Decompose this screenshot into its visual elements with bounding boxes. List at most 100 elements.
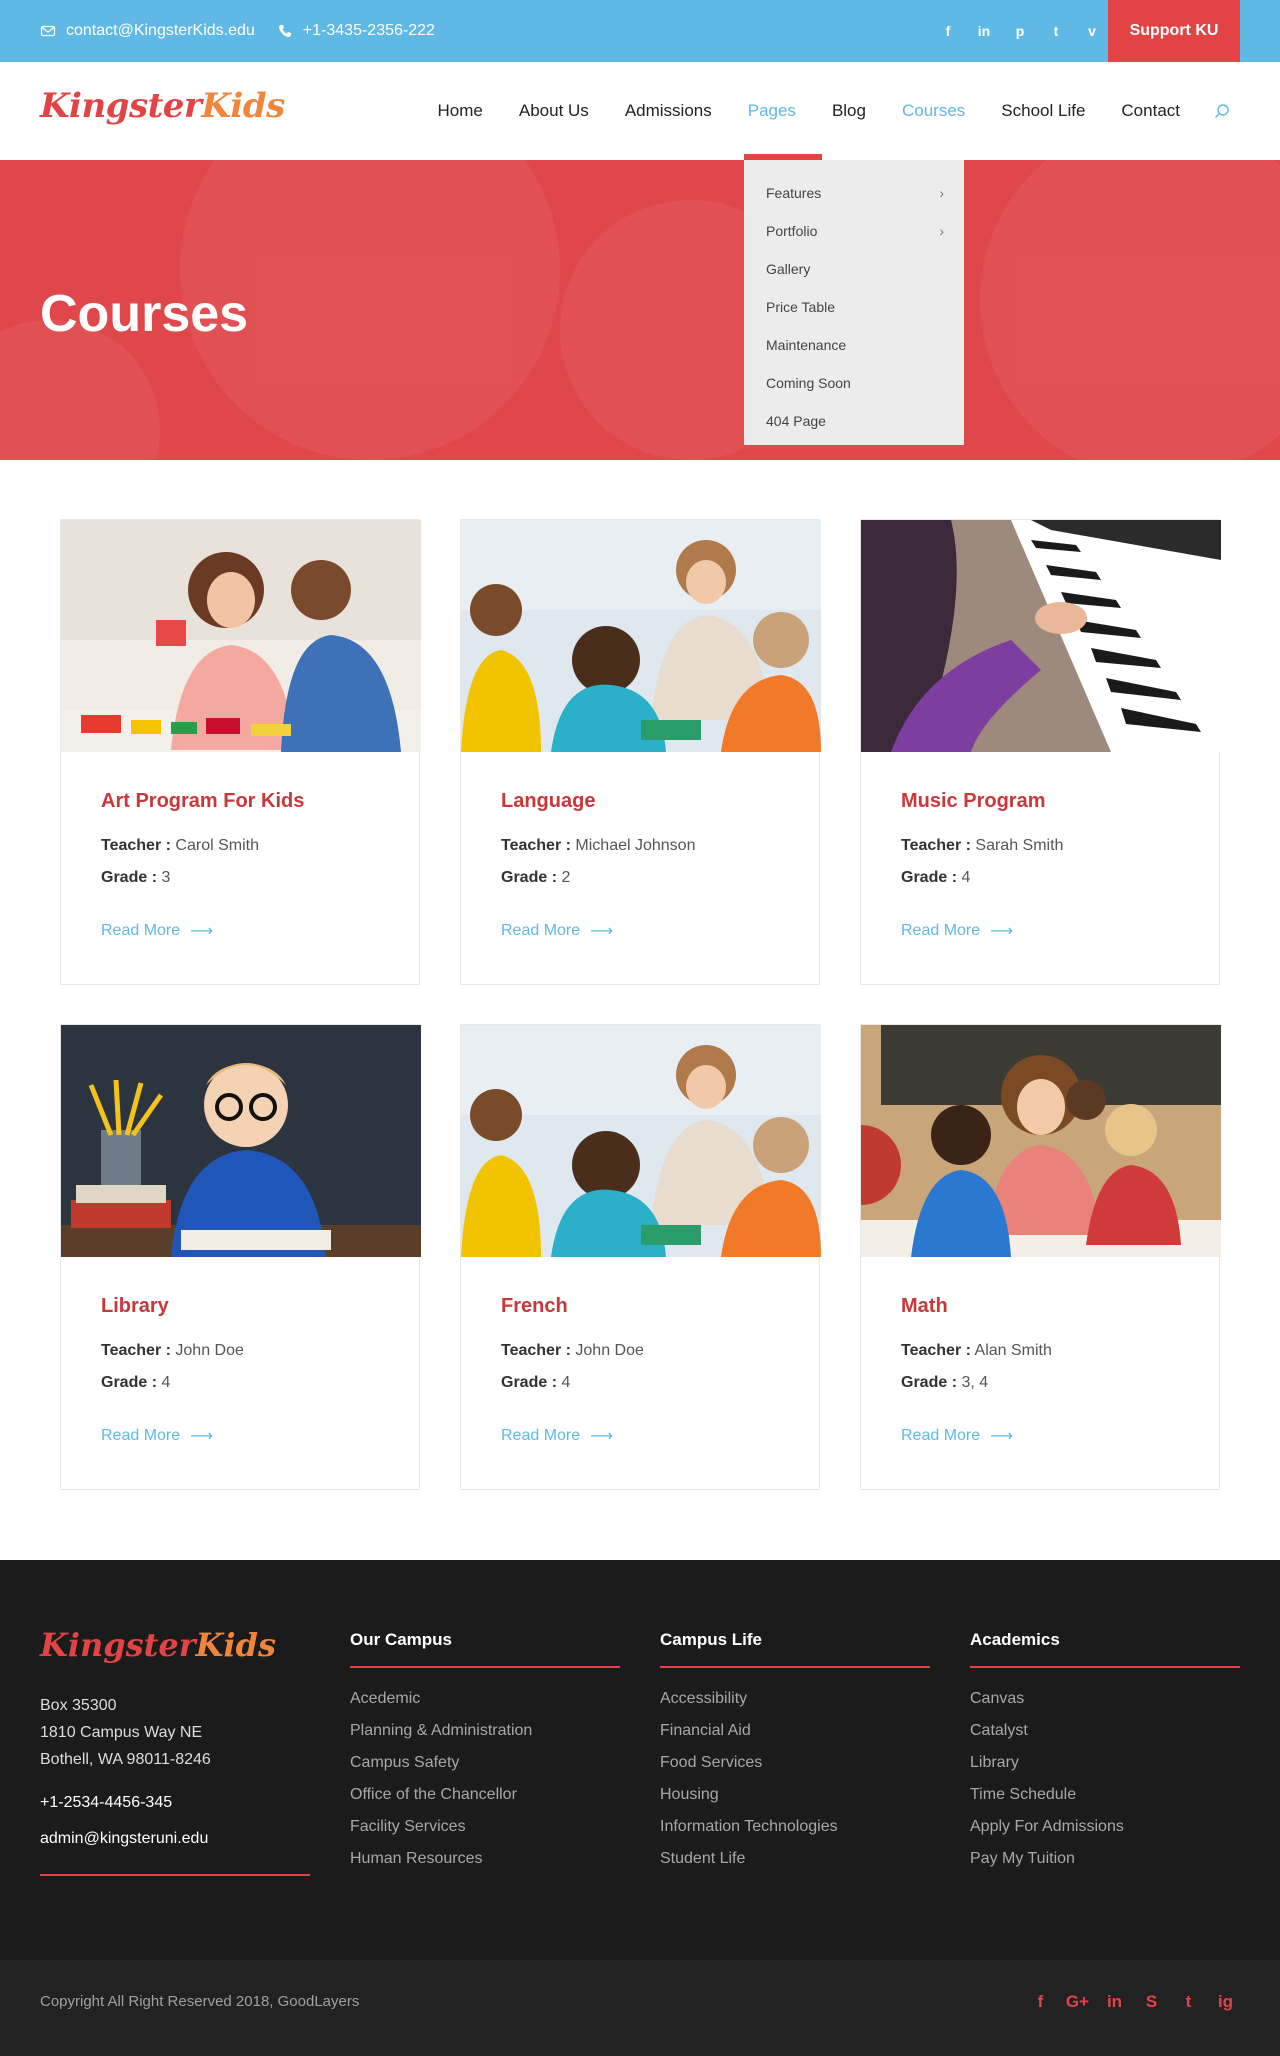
top-phone[interactable]: +1-3435-2356-222 xyxy=(277,22,435,40)
read-more-link[interactable]: Read More ⟶ xyxy=(101,921,379,941)
footer-link[interactable]: Accessibility xyxy=(660,1690,930,1708)
footer-link[interactable]: Canvas xyxy=(970,1690,1240,1708)
footer-link[interactable]: Library xyxy=(970,1754,1240,1772)
footer-link[interactable]: Facility Services xyxy=(350,1818,620,1836)
skype-icon[interactable]: S xyxy=(1133,1992,1170,2012)
arrow-right-icon: ⟶ xyxy=(590,923,614,940)
footer-link[interactable]: Catalyst xyxy=(970,1722,1240,1740)
footer-link[interactable]: Pay My Tuition xyxy=(970,1850,1240,1868)
course-title[interactable]: Language xyxy=(501,790,779,813)
dropdown-item-features[interactable]: Features › xyxy=(744,174,964,212)
footer-phone[interactable]: +1-2534-4456-345 xyxy=(40,1794,172,1812)
top-contact: contact@KingsterKids.edu +1-3435-2356-22… xyxy=(40,0,457,62)
top-bar: contact@KingsterKids.edu +1-3435-2356-22… xyxy=(0,0,1280,62)
linkedin-icon[interactable]: in xyxy=(1096,1992,1133,2012)
footer-link[interactable]: Planning & Administration xyxy=(350,1722,620,1740)
nav-school-life[interactable]: School Life xyxy=(1001,101,1085,121)
course-teacher: Teacher : Alan Smith xyxy=(901,1342,1052,1359)
arrow-right-icon: ⟶ xyxy=(990,923,1014,940)
footer-address: Box 35300 1810 Campus Way NE Bothell, WA… xyxy=(40,1697,211,1768)
course-image[interactable] xyxy=(861,520,1221,752)
course-image[interactable] xyxy=(461,1025,821,1257)
logo-part2: Kids xyxy=(201,86,285,126)
footer-logo[interactable]: KingsterKids xyxy=(40,1626,276,1664)
course-image[interactable] xyxy=(61,1025,421,1257)
twitter-icon[interactable]: t xyxy=(1170,1992,1207,2012)
footer-link[interactable]: Time Schedule xyxy=(970,1786,1240,1804)
footer-link[interactable]: Housing xyxy=(660,1786,930,1804)
footer-col-title: Academics xyxy=(970,1630,1240,1668)
footer-link[interactable]: Apply For Admissions xyxy=(970,1818,1240,1836)
course-title[interactable]: Library xyxy=(101,1295,379,1318)
nav-courses[interactable]: Courses xyxy=(902,101,965,121)
support-button[interactable]: Support KU xyxy=(1108,0,1240,62)
course-card: Music Program Teacher : Sarah Smith Grad… xyxy=(860,519,1221,985)
course-image-library xyxy=(61,1025,421,1257)
footer-link[interactable]: Campus Safety xyxy=(350,1754,620,1772)
dropdown-item-price-table[interactable]: Price Table xyxy=(744,288,964,326)
search-icon[interactable] xyxy=(1214,103,1230,119)
footer-link[interactable]: Food Services xyxy=(660,1754,930,1772)
read-more-link[interactable]: Read More ⟶ xyxy=(901,921,1179,941)
pinterest-icon[interactable]: p xyxy=(1002,23,1038,39)
facebook-icon[interactable]: f xyxy=(930,23,966,39)
facebook-icon[interactable]: f xyxy=(1022,1992,1059,2012)
twitter-icon[interactable]: t xyxy=(1038,23,1074,39)
header: KingsterKids Home About Us Admissions Pa… xyxy=(0,62,1280,160)
read-more-link[interactable]: Read More ⟶ xyxy=(501,1426,779,1446)
google-plus-icon[interactable]: G+ xyxy=(1059,1992,1096,2012)
course-card: Language Teacher : Michael Johnson Grade… xyxy=(460,519,821,985)
read-more-link[interactable]: Read More ⟶ xyxy=(901,1426,1179,1446)
dropdown-item-coming-soon[interactable]: Coming Soon xyxy=(744,364,964,402)
footer-link[interactable]: Acedemic xyxy=(350,1690,620,1708)
read-more-link[interactable]: Read More ⟶ xyxy=(101,1426,379,1446)
course-teacher: Teacher : John Doe xyxy=(101,1342,244,1359)
phone-icon xyxy=(278,25,291,37)
chevron-right-icon: › xyxy=(939,223,944,239)
footer-col-academics: Academics Canvas Catalyst Library Time S… xyxy=(970,1630,1240,1868)
course-title[interactable]: Math xyxy=(901,1295,1179,1318)
top-email[interactable]: contact@KingsterKids.edu xyxy=(40,22,255,40)
nav-blog[interactable]: Blog xyxy=(832,101,866,121)
nav-about-us[interactable]: About Us xyxy=(519,101,589,121)
footer-social: f G+ in S t ig xyxy=(1022,1960,1244,2044)
course-title[interactable]: French xyxy=(501,1295,779,1318)
instagram-icon[interactable]: ig xyxy=(1207,1992,1244,2012)
course-title[interactable]: Art Program For Kids xyxy=(101,790,379,813)
course-image-math xyxy=(861,1025,1221,1257)
linkedin-icon[interactable]: in xyxy=(966,23,1002,39)
nav-pages[interactable]: Pages xyxy=(748,101,796,121)
footer-link[interactable]: Human Resources xyxy=(350,1850,620,1868)
course-teacher: Teacher : John Doe xyxy=(501,1342,644,1359)
course-image[interactable] xyxy=(461,520,821,752)
logo-part1: Kingster xyxy=(40,86,202,126)
course-grade: Grade : 2 xyxy=(501,869,571,886)
dropdown-item-404-page[interactable]: 404 Page xyxy=(744,402,964,440)
course-image[interactable] xyxy=(61,520,421,752)
top-social: f in p t v xyxy=(930,0,1110,62)
footer: KingsterKids Box 35300 1810 Campus Way N… xyxy=(0,1560,1280,1960)
footer-email[interactable]: admin@kingsteruni.edu xyxy=(40,1830,208,1848)
arrow-right-icon: ⟶ xyxy=(190,923,214,940)
copyright-bar: Copyright All Right Reserved 2018, GoodL… xyxy=(0,1960,1280,2056)
vimeo-icon[interactable]: v xyxy=(1074,23,1110,39)
course-title[interactable]: Music Program xyxy=(901,790,1179,813)
read-more-link[interactable]: Read More ⟶ xyxy=(501,921,779,941)
footer-link[interactable]: Office of the Chancellor xyxy=(350,1786,620,1804)
dropdown-item-maintenance[interactable]: Maintenance xyxy=(744,326,964,364)
footer-link[interactable]: Information Technologies xyxy=(660,1818,930,1836)
logo[interactable]: KingsterKids xyxy=(40,86,285,126)
course-card: Math Teacher : Alan Smith Grade : 3, 4 R… xyxy=(860,1024,1221,1490)
nav-admissions[interactable]: Admissions xyxy=(625,101,712,121)
course-grade: Grade : 4 xyxy=(501,1374,571,1391)
footer-link[interactable]: Financial Aid xyxy=(660,1722,930,1740)
nav-contact[interactable]: Contact xyxy=(1121,101,1180,121)
course-image-language xyxy=(461,520,821,752)
footer-link[interactable]: Student Life xyxy=(660,1850,930,1868)
nav-home[interactable]: Home xyxy=(438,101,483,121)
course-image[interactable] xyxy=(861,1025,1221,1257)
footer-col-title: Our Campus xyxy=(350,1630,620,1668)
course-grade: Grade : 3, 4 xyxy=(901,1374,989,1391)
dropdown-item-portfolio[interactable]: Portfolio › xyxy=(744,212,964,250)
dropdown-item-gallery[interactable]: Gallery xyxy=(744,250,964,288)
